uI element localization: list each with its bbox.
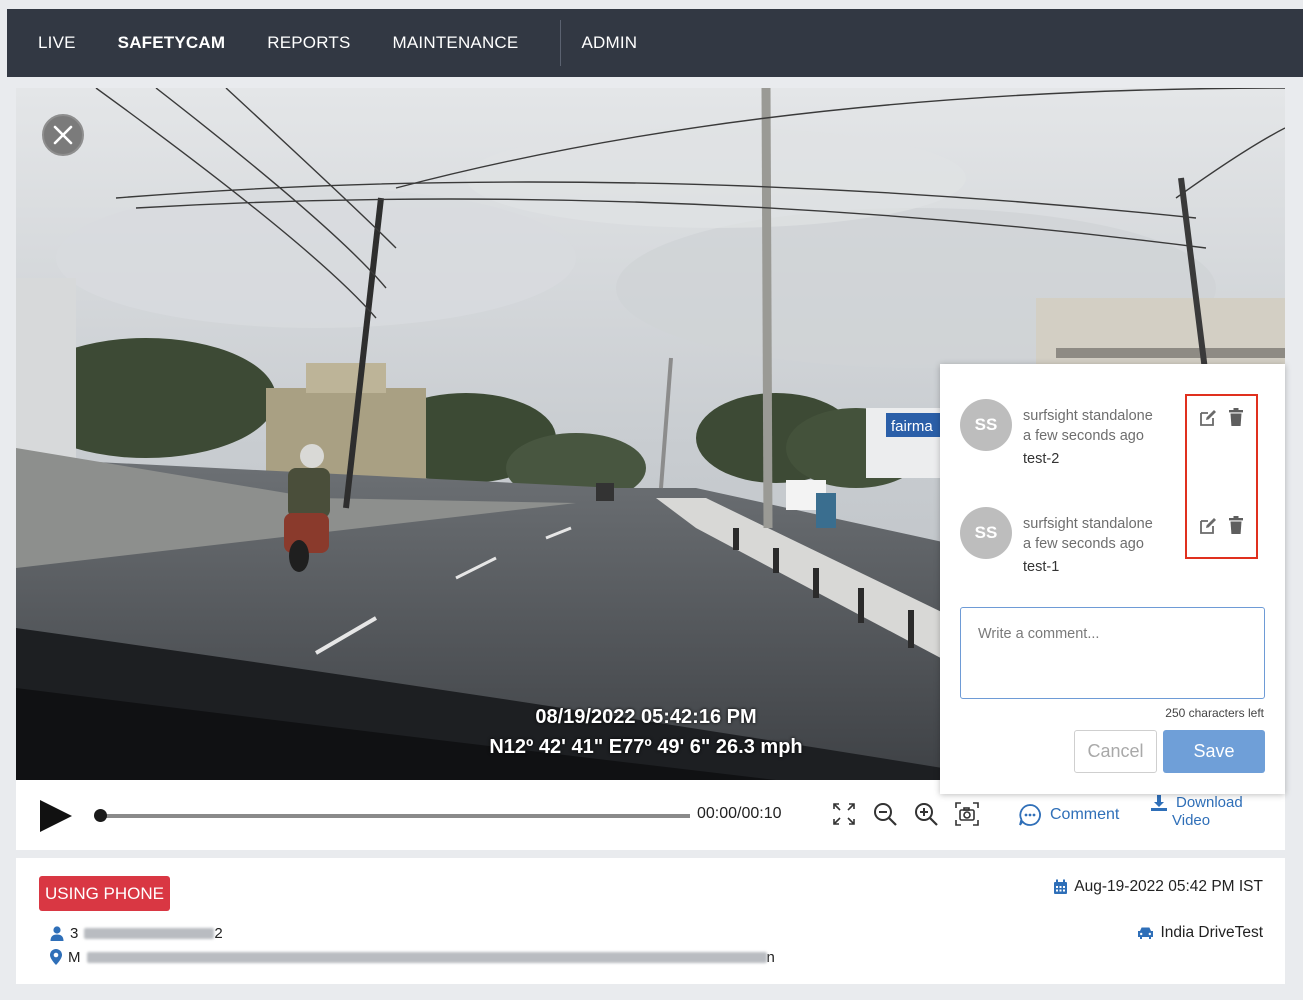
nav-safetycam[interactable]: SAFETYCAM [76,9,226,77]
time-display: 00:00/00:10 [697,805,782,822]
calendar-icon [1054,879,1068,894]
avatar: SS [960,399,1012,451]
nav-reports[interactable]: REPORTS [225,9,350,77]
driver-name-prefix: 3 [70,924,79,942]
comment-author: surfsight standalone [1023,516,1153,532]
close-icon [53,125,73,145]
close-video-button[interactable] [42,114,84,156]
edit-delete-highlight-box [1185,394,1258,559]
zoom-out-icon[interactable] [872,801,898,827]
progress-knob[interactable] [94,809,107,822]
video-overlay-timestamp: 08/19/2022 05:42:16 PM [535,706,757,728]
car-icon [1138,927,1154,939]
driver-name-suffix: 2 [214,924,223,942]
save-button[interactable]: Save [1163,730,1265,773]
location-row: M n [50,948,775,966]
comment-text: test-1 [1023,559,1060,575]
driver-row: 3 2 [50,924,223,942]
map-pin-icon [50,949,62,965]
top-navigation: LIVE SAFETYCAM REPORTS MAINTENANCE ADMIN [7,9,1303,77]
video-overlay-gps: N12º 42' 41" E77º 49' 6" 26.3 mph [489,736,803,758]
download-video-button[interactable]: Download Video [1150,794,1243,830]
comment-author: surfsight standalone [1023,408,1153,424]
event-type-badge: USING PHONE [39,876,171,911]
event-info-card: USING PHONE Aug-19-2022 05:42 PM IST Ind… [16,858,1285,984]
fullscreen-icon[interactable] [831,801,857,827]
characters-left: 250 characters left [1165,706,1264,720]
avatar: SS [960,507,1012,559]
download-label-line2: Video [1172,812,1211,829]
comment-button[interactable]: Comment [1018,803,1119,827]
snapshot-icon[interactable] [954,801,980,827]
comment-time: a few seconds ago [1023,536,1144,552]
comment-textarea[interactable] [960,607,1265,699]
cancel-button[interactable]: Cancel [1074,730,1157,773]
event-datetime: Aug-19-2022 05:42 PM IST [1053,878,1263,896]
comment-panel: SS surfsight standalone a few seconds ag… [940,364,1285,794]
location-prefix: M [68,948,81,966]
comment-time: a few seconds ago [1023,428,1144,444]
redacted-location [86,951,767,963]
user-icon [50,925,64,941]
comment-bubble-icon [1019,804,1041,826]
download-label-line1: Download [1176,794,1243,811]
download-icon [1151,795,1167,811]
nav-admin[interactable]: ADMIN [561,9,637,77]
fleet-name-text: India DriveTest [1160,924,1263,941]
redacted-driver-name [84,927,215,939]
play-icon[interactable] [38,798,74,834]
location-suffix: n [766,948,775,966]
comment-text: test-2 [1023,451,1060,467]
page-bottom-background [0,984,1303,1000]
fleet-name: India DriveTest [1137,924,1263,942]
nav-live[interactable]: LIVE [7,9,76,77]
progress-track[interactable] [100,814,690,818]
nav-maintenance[interactable]: MAINTENANCE [351,9,519,77]
zoom-in-icon[interactable] [913,801,939,827]
comment-button-label: Comment [1050,806,1120,823]
event-datetime-text: Aug-19-2022 05:42 PM IST [1074,878,1263,895]
storefront-sign: fairma [891,418,933,435]
